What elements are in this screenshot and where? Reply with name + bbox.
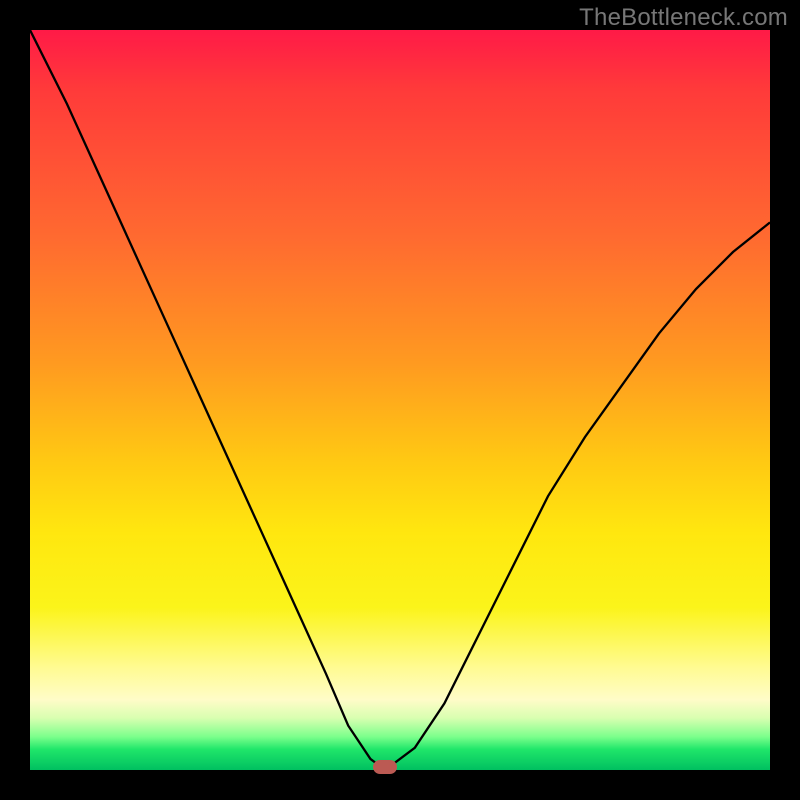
plot-area [30, 30, 770, 770]
chart-frame: TheBottleneck.com [0, 0, 800, 800]
bottleneck-curve [30, 30, 770, 770]
watermark-text: TheBottleneck.com [579, 4, 788, 32]
optimal-marker [373, 760, 397, 774]
